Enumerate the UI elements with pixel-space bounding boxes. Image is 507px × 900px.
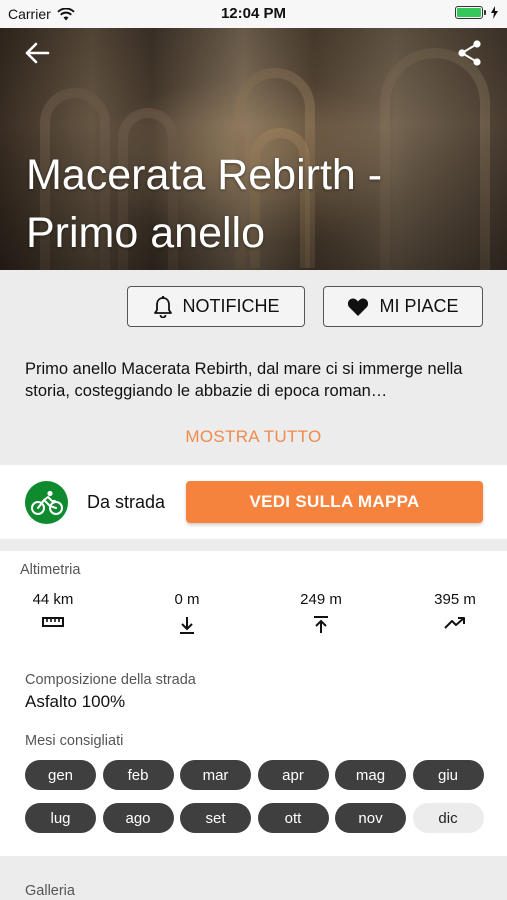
trending-up-icon xyxy=(444,617,465,629)
like-label: MI PIACE xyxy=(379,296,459,316)
month-chip-mag: mag xyxy=(335,760,406,790)
action-buttons: NOTIFICHE MI PIACE xyxy=(0,286,507,328)
arrow-up-icon xyxy=(314,616,328,633)
back-arrow-icon[interactable] xyxy=(22,38,52,68)
share-icon[interactable] xyxy=(455,38,485,68)
elevation-gain-stat: 395 m xyxy=(428,591,482,630)
road-composition-label: Composizione della strada xyxy=(25,672,196,688)
month-chip-mar: mar xyxy=(180,760,251,790)
route-title: Macerata Rebirth - Primo anello xyxy=(26,151,383,257)
gallery-label: Galleria xyxy=(25,883,75,899)
hero-image: Macerata Rebirth - Primo anello xyxy=(0,28,507,270)
bell-icon xyxy=(153,295,172,318)
battery-icon xyxy=(455,6,486,19)
charging-bolt-icon xyxy=(491,6,498,19)
month-chip-apr: apr xyxy=(257,760,329,790)
min-altitude-value: 0 m xyxy=(174,591,200,608)
view-on-map-button[interactable]: VEDI SULLA MAPPA xyxy=(186,481,483,523)
month-chip-ott: ott xyxy=(257,803,329,833)
min-altitude-stat: 0 m xyxy=(166,591,208,634)
month-chip-lug: lug xyxy=(25,803,96,833)
max-altitude-stat: 249 m xyxy=(294,591,348,634)
battery-indicator xyxy=(455,6,499,19)
like-button[interactable]: MI PIACE xyxy=(323,286,483,327)
notifications-label: NOTIFICHE xyxy=(182,296,280,316)
month-chip-ago: ago xyxy=(102,803,174,833)
notifications-button[interactable]: NOTIFICHE xyxy=(127,286,305,327)
arrow-down-icon xyxy=(180,617,194,634)
month-chip-dic: dic xyxy=(412,803,484,833)
max-altitude-value: 249 m xyxy=(300,591,342,608)
elevation-gain-value: 395 m xyxy=(434,591,476,608)
road-bike-icon xyxy=(25,481,68,524)
distance-value: 44 km xyxy=(32,591,74,608)
month-chip-giu: giu xyxy=(412,760,484,790)
heart-icon xyxy=(348,297,369,316)
altimetry-label: Altimetria xyxy=(20,562,81,578)
route-type-card: Da strada VEDI SULLA MAPPA xyxy=(0,465,507,539)
clock: 12:04 PM xyxy=(220,5,287,22)
road-composition-value: Asfalto 100% xyxy=(25,692,126,711)
status-bar: Carrier 12:04 PM xyxy=(0,0,507,28)
ruler-icon xyxy=(42,617,64,627)
month-chip-gen: gen xyxy=(25,760,96,790)
recommended-months-label: Mesi consigliati xyxy=(25,733,124,749)
route-type-label: Da strada xyxy=(87,492,166,512)
month-chip-feb: feb xyxy=(102,760,174,790)
route-description: Primo anello Macerata Rebirth, dal mare … xyxy=(25,360,463,400)
month-chip-nov: nov xyxy=(335,803,406,833)
distance-stat: 44 km xyxy=(30,591,76,628)
route-details: Altimetria 44 km 0 m 249 m 395 m Composi… xyxy=(0,551,507,856)
show-all-link[interactable]: MOSTRA TUTTO xyxy=(0,427,507,447)
month-chip-set: set xyxy=(180,803,251,833)
